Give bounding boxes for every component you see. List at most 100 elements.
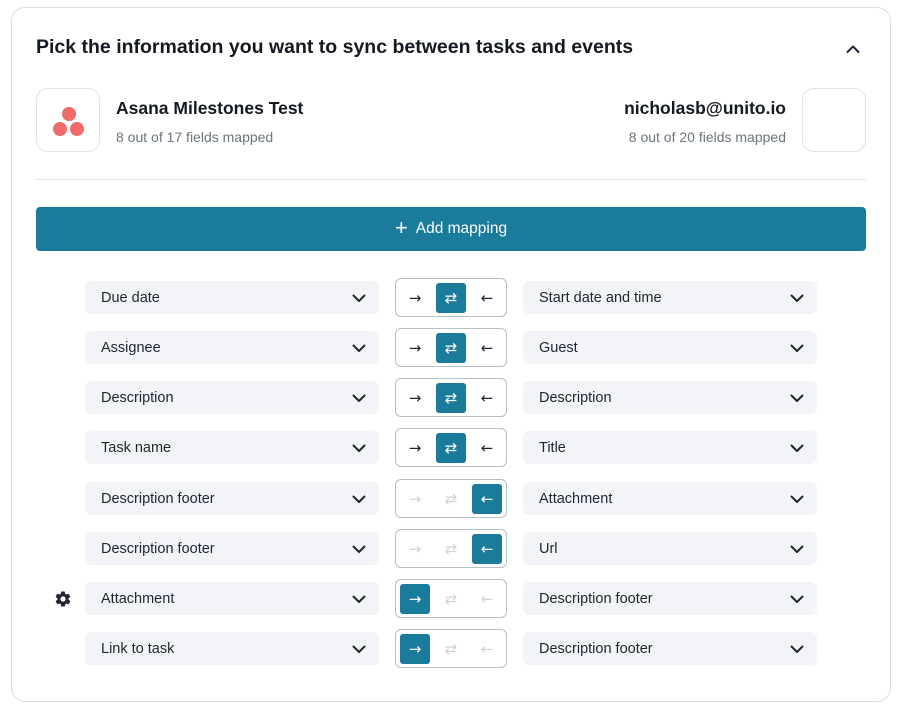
field-label: Title	[539, 439, 566, 456]
one-way-left-button[interactable]: ←	[472, 333, 502, 363]
mapping-row: Description → ⇄ ← Description	[12, 378, 892, 418]
right-field-select[interactable]: Title	[523, 431, 817, 464]
sync-direction-toggle: → ⇄ ←	[395, 328, 507, 367]
two-way-button[interactable]: ⇄	[436, 634, 466, 664]
mapping-row: Description footer → ⇄ ← Url	[12, 529, 892, 569]
one-way-right-button[interactable]: →	[400, 383, 430, 413]
asana-logo-icon	[36, 88, 100, 152]
two-way-button[interactable]: ⇄	[436, 484, 466, 514]
sync-direction-toggle: → ⇄ ←	[395, 428, 507, 467]
one-way-right-button[interactable]: →	[400, 283, 430, 313]
field-label: Description footer	[539, 590, 653, 607]
left-field-select[interactable]: Due date	[85, 281, 379, 314]
field-label: Task name	[101, 439, 172, 456]
one-way-right-button[interactable]: →	[400, 433, 430, 463]
sync-direction-toggle: → ⇄ ←	[395, 629, 507, 668]
left-field-select[interactable]: Attachment	[85, 582, 379, 615]
field-label: Description footer	[101, 540, 215, 557]
mapping-row: Assignee → ⇄ ← Guest	[12, 328, 892, 368]
one-way-left-button[interactable]: ←	[472, 634, 502, 664]
plus-icon: +	[394, 215, 408, 240]
add-mapping-button[interactable]: + Add mapping	[36, 207, 866, 251]
two-way-button[interactable]: ⇄	[436, 534, 466, 564]
one-way-right-button[interactable]: →	[400, 484, 430, 514]
right-field-select[interactable]: Description footer	[523, 582, 817, 615]
chevron-down-icon	[351, 591, 367, 607]
one-way-left-button[interactable]: ←	[472, 533, 502, 564]
chevron-down-icon	[789, 491, 805, 507]
mapping-row: Attachment → ⇄ ← Description footer	[12, 579, 892, 619]
right-connection-name: nicholasb@unito.io	[624, 98, 786, 118]
left-field-select[interactable]: Description footer	[85, 482, 379, 515]
gear-icon[interactable]	[54, 590, 72, 608]
two-way-button[interactable]: ⇄	[436, 282, 466, 313]
chevron-down-icon	[789, 541, 805, 557]
chevron-down-icon	[789, 440, 805, 456]
add-mapping-label: Add mapping	[415, 220, 508, 237]
field-label: Attachment	[539, 490, 613, 507]
left-fields-mapped: 8 out of 17 fields mapped	[116, 129, 274, 145]
collapse-button[interactable]	[838, 37, 868, 61]
mapping-row: Task name → ⇄ ← Title	[12, 428, 892, 468]
sync-direction-toggle: → ⇄ ←	[395, 378, 507, 417]
divider	[36, 179, 866, 180]
mapping-row: Link to task → ⇄ ← Description footer	[12, 629, 892, 669]
field-label: Description footer	[539, 640, 653, 657]
field-label: Url	[539, 540, 558, 557]
two-way-button[interactable]: ⇄	[436, 332, 466, 363]
two-way-button[interactable]: ⇄	[436, 584, 466, 614]
one-way-left-button[interactable]: ←	[472, 483, 502, 514]
one-way-right-button[interactable]: →	[400, 333, 430, 363]
field-label: Description	[539, 389, 612, 406]
left-field-select[interactable]: Link to task	[85, 632, 379, 665]
chevron-down-icon	[789, 290, 805, 306]
one-way-left-button[interactable]: ←	[472, 283, 502, 313]
left-field-select[interactable]: Assignee	[85, 331, 379, 364]
one-way-left-button[interactable]: ←	[472, 433, 502, 463]
chevron-down-icon	[789, 591, 805, 607]
field-label: Assignee	[101, 339, 161, 356]
mapping-row: Description footer → ⇄ ← Attachment	[12, 479, 892, 519]
left-field-select[interactable]: Description	[85, 381, 379, 414]
chevron-down-icon	[351, 440, 367, 456]
field-label: Link to task	[101, 640, 175, 657]
chevron-down-icon	[789, 390, 805, 406]
right-field-select[interactable]: Attachment	[523, 482, 817, 515]
sync-fields-card: Pick the information you want to sync be…	[11, 7, 891, 702]
one-way-right-button[interactable]: →	[400, 534, 430, 564]
chevron-down-icon	[351, 390, 367, 406]
field-label: Description	[101, 389, 174, 406]
right-field-select[interactable]: Url	[523, 532, 817, 565]
section-title: Pick the information you want to sync be…	[36, 36, 634, 58]
sync-direction-toggle: → ⇄ ←	[395, 278, 507, 317]
left-field-select[interactable]: Description footer	[85, 532, 379, 565]
chevron-down-icon	[789, 641, 805, 657]
sync-direction-toggle: → ⇄ ←	[395, 579, 507, 618]
chevron-down-icon	[351, 641, 367, 657]
field-label: Attachment	[101, 590, 175, 607]
right-fields-mapped: 8 out of 20 fields mapped	[628, 129, 786, 145]
right-field-select[interactable]: Start date and time	[523, 281, 817, 314]
calendar-logo-icon	[802, 88, 866, 152]
left-connection-name: Asana Milestones Test	[116, 98, 304, 118]
chevron-down-icon	[351, 340, 367, 356]
two-way-button[interactable]: ⇄	[436, 432, 466, 463]
field-label: Start date and time	[539, 289, 662, 306]
right-field-select[interactable]: Guest	[523, 331, 817, 364]
one-way-left-button[interactable]: ←	[472, 584, 502, 614]
chevron-down-icon	[351, 491, 367, 507]
chevron-down-icon	[789, 340, 805, 356]
one-way-right-button[interactable]: →	[400, 583, 430, 614]
field-label: Description footer	[101, 490, 215, 507]
sync-direction-toggle: → ⇄ ←	[395, 479, 507, 518]
two-way-button[interactable]: ⇄	[436, 382, 466, 413]
chevron-down-icon	[351, 541, 367, 557]
right-field-select[interactable]: Description	[523, 381, 817, 414]
one-way-right-button[interactable]: →	[400, 633, 430, 664]
mapping-row: Due date → ⇄ ← Start date and time	[12, 278, 892, 318]
one-way-left-button[interactable]: ←	[472, 383, 502, 413]
right-field-select[interactable]: Description footer	[523, 632, 817, 665]
field-label: Due date	[101, 289, 160, 306]
sync-direction-toggle: → ⇄ ←	[395, 529, 507, 568]
left-field-select[interactable]: Task name	[85, 431, 379, 464]
